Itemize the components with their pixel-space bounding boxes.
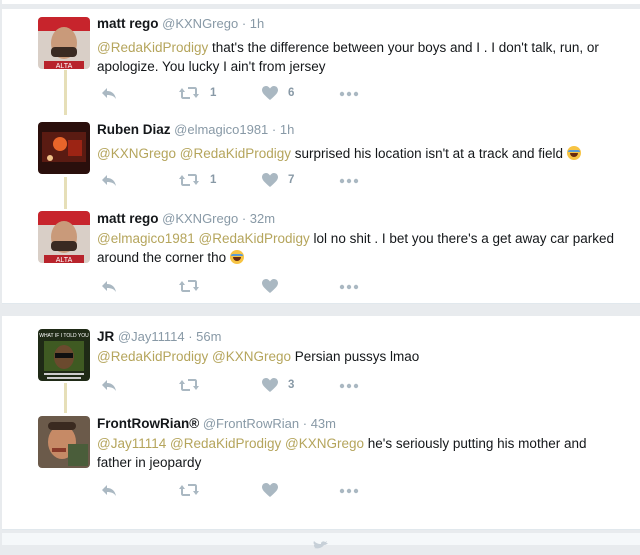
mention-link[interactable]: @KXNGrego — [285, 436, 364, 451]
more-options-icon[interactable] — [339, 85, 359, 101]
more-options-icon[interactable] — [339, 172, 359, 188]
conversation-divider — [2, 303, 640, 304]
tears-of-joy-emoji-icon — [566, 146, 581, 160]
heart-icon[interactable] — [261, 85, 279, 101]
more-options-icon[interactable] — [339, 278, 359, 294]
reply-icon[interactable] — [100, 85, 118, 101]
mention-link[interactable]: @RedaKidProdigy — [97, 40, 208, 55]
like-count: 6 — [288, 87, 295, 99]
more-options-icon[interactable] — [339, 377, 359, 393]
mention-link[interactable]: @Jay11114 — [97, 436, 166, 451]
tweet[interactable]: Ruben Diaz @elmagico1981 · 1h @KXNGrego … — [0, 116, 638, 206]
ruben-diaz-avatar[interactable] — [38, 122, 90, 174]
user-handle[interactable]: @FrontRowRian — [203, 416, 299, 431]
conversation-divider — [2, 529, 640, 530]
timestamp[interactable]: 43m — [311, 416, 336, 431]
user-handle[interactable]: @elmagico1981 — [174, 122, 268, 137]
tweet-text: @KXNGrego @RedaKidProdigy surprised his … — [97, 144, 617, 163]
matt-rego-avatar[interactable]: ALTA — [38, 17, 90, 69]
avatar-meme-text: WHAT IF I TOLD YOU — [39, 333, 89, 339]
tweet-text: @RedaKidProdigy @KXNGrego Persian pussys… — [97, 347, 617, 366]
display-name[interactable]: Ruben Diaz — [97, 122, 171, 137]
user-handle[interactable]: @KXNGrego — [162, 16, 238, 31]
mention-link[interactable]: @RedaKidProdigy — [180, 146, 291, 161]
display-name[interactable]: matt rego — [97, 16, 159, 31]
tweet-header: matt rego @KXNGrego · 1h — [97, 16, 265, 31]
like-count: 7 — [288, 174, 295, 186]
tweet-header: matt rego @KXNGrego · 32m — [97, 211, 276, 226]
tweet-text: @Jay11114 @RedaKidProdigy @KXNGrego he's… — [97, 434, 617, 472]
tweet[interactable]: WHAT IF I TOLD YOU JR @Jay11114 · 56m @R… — [0, 323, 638, 403]
mention-link[interactable]: @KXNGrego — [97, 146, 176, 161]
user-handle[interactable]: @Jay11114 — [118, 329, 185, 344]
mention-link[interactable]: @KXNGrego — [212, 349, 291, 364]
tweet-text-segment: Persian pussys lmao — [291, 349, 420, 364]
reply-icon[interactable] — [100, 377, 118, 393]
tweet[interactable]: ALTA matt rego @KXNGrego · 32m @elmagico… — [0, 203, 638, 301]
tweet-actions: 3 — [100, 377, 380, 393]
heart-icon[interactable] — [261, 172, 279, 188]
retweet-count: 1 — [210, 87, 217, 99]
retweet-count: 1 — [210, 174, 217, 186]
tweet-text: @elmagico1981 @RedaKidProdigy lol no shi… — [97, 229, 617, 267]
user-handle[interactable]: @KXNGrego — [162, 211, 238, 226]
tweet-actions: 1 6 — [100, 85, 380, 101]
retweet-icon[interactable] — [178, 482, 200, 498]
retweet-icon[interactable] — [178, 377, 200, 393]
mention-link[interactable]: @elmagico1981 — [97, 231, 195, 246]
heart-icon[interactable] — [261, 278, 279, 294]
tweet-text: @RedaKidProdigy that's the difference be… — [97, 38, 617, 76]
tweet-text-segment: surprised his location isn't at a track … — [291, 146, 567, 161]
tweet-header: FrontRowRian® @FrontRowRian · 43m — [97, 416, 336, 431]
svg-text:ALTA: ALTA — [56, 63, 73, 69]
twitter-bird-icon — [312, 537, 332, 555]
reply-icon[interactable] — [100, 278, 118, 294]
heart-icon[interactable] — [261, 377, 279, 393]
timestamp[interactable]: 1h — [280, 122, 294, 137]
tweet-header: JR @Jay11114 · 56m — [97, 329, 222, 344]
reply-icon[interactable] — [100, 482, 118, 498]
reply-icon[interactable] — [100, 172, 118, 188]
heart-icon[interactable] — [261, 482, 279, 498]
retweet-icon[interactable] — [178, 85, 200, 101]
display-name[interactable]: matt rego — [97, 211, 159, 226]
tweet[interactable]: ALTA matt rego @KXNGrego · 1h @RedaKidPr… — [0, 10, 638, 110]
matt-rego-avatar[interactable]: ALTA — [38, 211, 90, 263]
frontrowrian-avatar[interactable] — [38, 416, 90, 468]
like-count: 3 — [288, 379, 295, 391]
svg-text:ALTA: ALTA — [56, 257, 73, 263]
retweet-icon[interactable] — [178, 278, 200, 294]
tweet[interactable]: FrontRowRian® @FrontRowRian · 43m @Jay11… — [0, 410, 638, 510]
tweet-actions — [100, 482, 380, 498]
mention-link[interactable]: @RedaKidProdigy — [97, 349, 208, 364]
tweet-actions: 1 7 — [100, 172, 380, 188]
timestamp[interactable]: 56m — [196, 329, 221, 344]
tears-of-joy-emoji-icon — [229, 250, 244, 264]
mention-link[interactable]: @RedaKidProdigy — [199, 231, 310, 246]
tweet-header: Ruben Diaz @elmagico1981 · 1h — [97, 122, 295, 137]
timeline-top-edge — [2, 0, 640, 4]
mention-link[interactable]: @RedaKidProdigy — [170, 436, 281, 451]
display-name[interactable]: JR — [97, 329, 114, 344]
retweet-icon[interactable] — [178, 172, 200, 188]
timestamp[interactable]: 32m — [250, 211, 275, 226]
timestamp[interactable]: 1h — [250, 16, 264, 31]
jr-avatar[interactable]: WHAT IF I TOLD YOU — [38, 329, 90, 381]
tweet-actions — [100, 278, 380, 294]
more-options-icon[interactable] — [339, 482, 359, 498]
display-name[interactable]: FrontRowRian® — [97, 416, 199, 431]
